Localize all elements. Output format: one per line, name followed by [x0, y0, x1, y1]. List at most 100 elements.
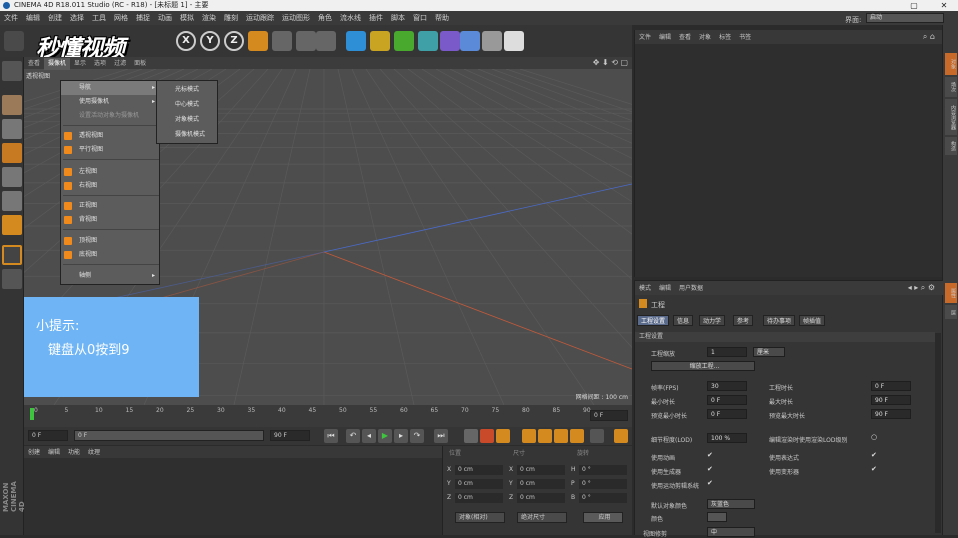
camera-icon[interactable] — [482, 31, 502, 51]
viewport-menu-view[interactable]: 查看 — [24, 58, 44, 70]
material-menu-create[interactable]: 创建 — [24, 447, 44, 459]
attr-tab-info[interactable]: 信息 — [673, 315, 694, 326]
menu-item-front[interactable]: 正视图 — [61, 199, 159, 213]
menu-item-perspective[interactable]: 透视视图 — [61, 129, 159, 143]
frame-range-slider[interactable]: 0 F — [74, 430, 264, 441]
menu-motion-tracker[interactable]: 运动跟踪 — [242, 11, 278, 25]
render-picture-viewer-icon[interactable] — [296, 31, 316, 51]
key-param-icon[interactable] — [570, 429, 584, 443]
material-menu-function[interactable]: 功能 — [64, 447, 84, 459]
material-menu-texture[interactable]: 纹理 — [84, 447, 104, 459]
prev-key-icon[interactable]: ↶ — [346, 429, 360, 443]
render-lod-checkbox[interactable]: ○ — [871, 433, 877, 441]
attr-tab-interpolation[interactable]: 帧插值 — [799, 315, 826, 326]
x-axis-lock-button[interactable]: X — [176, 31, 196, 51]
submenu-cursor-mode[interactable]: 光标模式 — [157, 83, 217, 97]
key-scale-icon[interactable] — [538, 429, 552, 443]
object-menu-edit[interactable]: 编辑 — [655, 31, 675, 45]
coord-value-field[interactable]: 0 ° — [579, 493, 627, 503]
render-settings-icon[interactable] — [316, 31, 336, 51]
model-mode-icon[interactable] — [2, 95, 22, 115]
menu-plugins[interactable]: 插件 — [365, 11, 387, 25]
coord-value-field[interactable]: 0 ° — [579, 479, 627, 489]
timeline-ruler[interactable]: 0 5 10 15 20 25 30 35 40 45 50 55 60 65 70 75 80 85 90 0 F — [24, 405, 632, 427]
coord-value-field[interactable]: 0 ° — [579, 465, 627, 475]
attr-tab-reference[interactable]: 参考 — [733, 315, 754, 326]
preview-min-field[interactable]: 0 F — [707, 409, 747, 419]
fps-field[interactable]: 30 — [707, 381, 747, 391]
menu-file[interactable]: 文件 — [0, 11, 22, 25]
menu-character[interactable]: 角色 — [314, 11, 336, 25]
start-frame-field[interactable]: 0 F — [28, 430, 68, 441]
attr-menu-userdata[interactable]: 用户数据 — [675, 282, 707, 296]
tab-layers[interactable]: 层 — [945, 305, 957, 319]
object-menu-tags[interactable]: 标签 — [715, 31, 735, 45]
menu-item-axonometric[interactable]: 轴侧 ▸ — [61, 269, 159, 283]
menu-create[interactable]: 创建 — [44, 11, 66, 25]
coordinate-system-icon[interactable] — [248, 31, 268, 51]
attr-tab-todo[interactable]: 待办事项 — [763, 315, 796, 326]
menu-item-parallel[interactable]: 平行视图 — [61, 143, 159, 157]
viewport-menu-display[interactable]: 显示 — [70, 58, 90, 70]
coord-value-field[interactable]: 0 cm — [517, 479, 565, 489]
menu-window[interactable]: 窗口 — [409, 11, 431, 25]
cube-primitive-icon[interactable] — [346, 31, 366, 51]
submenu-center-mode[interactable]: 中心模式 — [157, 98, 217, 112]
size-mode-select[interactable]: 绝对尺寸 — [517, 512, 567, 523]
menu-item-left[interactable]: 左视图 — [61, 165, 159, 179]
object-menu-objects[interactable]: 对象 — [695, 31, 715, 45]
edges-mode-icon[interactable] — [2, 191, 22, 211]
attr-tab-project-settings[interactable]: 工程设置 — [637, 315, 670, 326]
tab-objects[interactable]: 对象 — [945, 53, 957, 75]
goto-end-icon[interactable]: ⏭ — [434, 429, 448, 443]
subdivision-surface-icon[interactable] — [394, 31, 414, 51]
submenu-object-mode[interactable]: 对象模式 — [157, 113, 217, 127]
timeline-window-icon[interactable] — [614, 429, 628, 443]
menu-simulate[interactable]: 模拟 — [176, 11, 198, 25]
scale-project-button[interactable]: 缩放工程... — [651, 361, 755, 371]
menu-animate[interactable]: 动画 — [154, 11, 176, 25]
spline-pen-icon[interactable] — [370, 31, 390, 51]
layout-select[interactable]: 启动 — [866, 13, 944, 23]
use-motion-checkbox[interactable]: ✔ — [707, 479, 713, 487]
min-time-field[interactable]: 0 F — [707, 395, 747, 405]
menu-item-right[interactable]: 右视图 — [61, 179, 159, 193]
object-menu-file[interactable]: 文件 — [635, 31, 655, 45]
menu-item-bottom[interactable]: 底视图 — [61, 248, 159, 262]
texture-mode-icon[interactable] — [2, 119, 22, 139]
restore-icon[interactable]: ▢ — [906, 0, 922, 11]
color-swatch[interactable] — [707, 512, 727, 522]
viewport-menu-filter[interactable]: 过滤 — [110, 58, 130, 70]
max-time-field[interactable]: 90 F — [871, 395, 911, 405]
prev-frame-icon[interactable]: ◂ — [362, 429, 376, 443]
points-mode-icon[interactable] — [2, 167, 22, 187]
object-search-icon[interactable]: ⌕ ⌂ — [919, 30, 939, 44]
attr-menu-mode[interactable]: 模式 — [635, 282, 655, 296]
record-keys-icon[interactable] — [464, 429, 478, 443]
key-position-icon[interactable] — [522, 429, 536, 443]
next-frame-icon[interactable]: ▸ — [394, 429, 408, 443]
z-axis-lock-button[interactable]: Z — [224, 31, 244, 51]
viewport-menu-options[interactable]: 选项 — [90, 58, 110, 70]
default-color-select[interactable]: 灰蓝色 — [707, 499, 755, 509]
tab-content-browser[interactable]: 内容浏览器 — [945, 99, 957, 135]
menu-script[interactable]: 脚本 — [387, 11, 409, 25]
goto-start-icon[interactable]: ⏮ — [324, 429, 338, 443]
coord-value-field[interactable]: 0 cm — [455, 493, 503, 503]
menu-edit[interactable]: 编辑 — [22, 11, 44, 25]
preview-max-field[interactable]: 90 F — [871, 409, 911, 419]
menu-item-use-camera[interactable]: 使用摄像机 ▸ — [61, 95, 159, 109]
menu-help[interactable]: 帮助 — [431, 11, 453, 25]
render-view-icon[interactable] — [272, 31, 292, 51]
polygons-mode-icon[interactable] — [2, 215, 22, 235]
close-icon[interactable]: ✕ — [936, 0, 952, 11]
tweak-mode-icon[interactable] — [2, 269, 22, 289]
use-deformers-checkbox[interactable]: ✔ — [871, 465, 877, 473]
attr-nav-icons[interactable]: ◂ ▸ ⌕ ⚙ — [904, 281, 939, 295]
y-axis-lock-button[interactable]: Y — [200, 31, 220, 51]
menu-item-navigation[interactable]: 导航 ▸ — [61, 81, 159, 95]
menu-tools[interactable]: 工具 — [88, 11, 110, 25]
project-scale-field[interactable]: 1 — [707, 347, 747, 357]
material-menu-edit[interactable]: 编辑 — [44, 447, 64, 459]
menu-item-set-active-camera[interactable]: 设置活动对象为摄像机 — [61, 109, 159, 123]
